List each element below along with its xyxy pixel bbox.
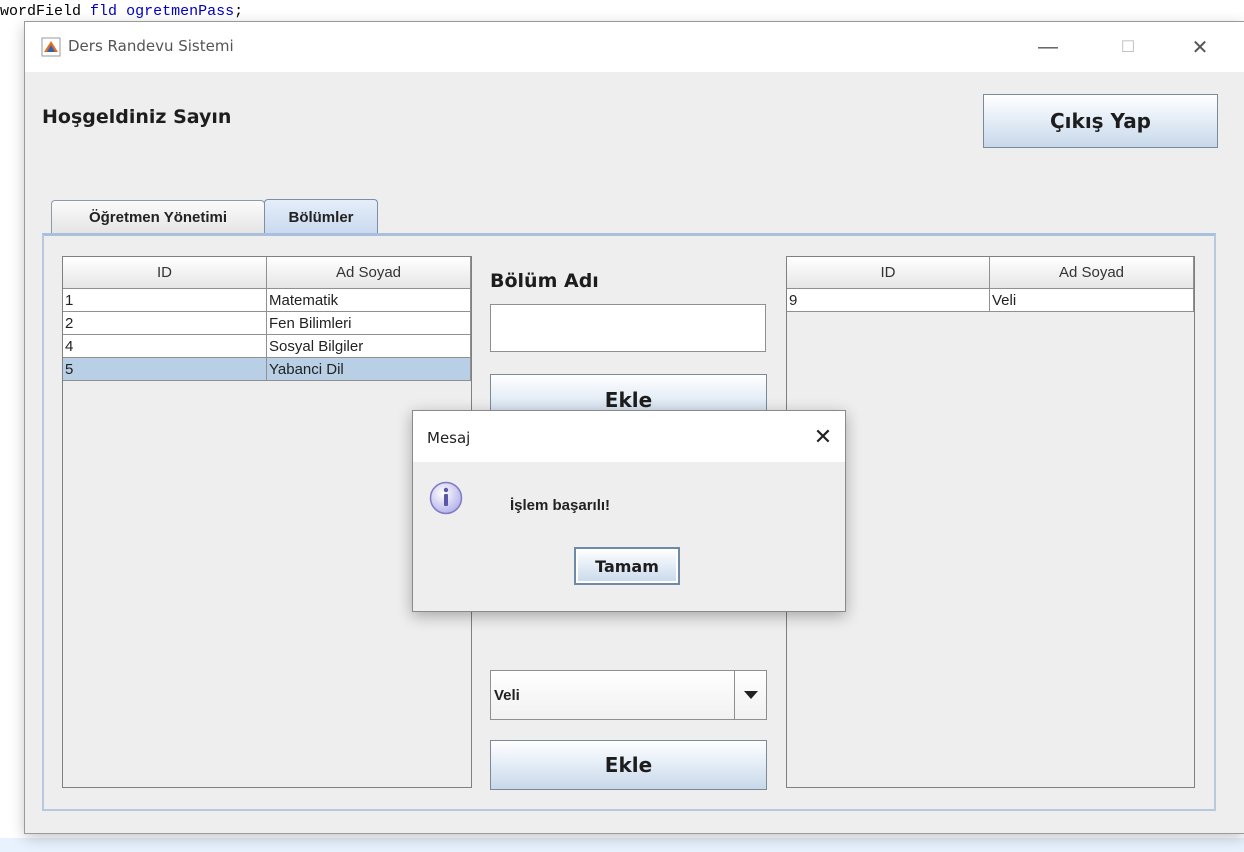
- java-app-icon: [41, 37, 61, 57]
- window-title: Ders Randevu Sistemi: [68, 37, 234, 55]
- department-name-input[interactable]: [490, 304, 766, 352]
- table-header: ID Ad Soyad: [63, 257, 471, 289]
- cell-name: Fen Bilimleri: [267, 312, 471, 335]
- table-row[interactable]: 4 Sosyal Bilgiler: [63, 335, 471, 358]
- cell-name: Matematik: [267, 289, 471, 312]
- cell-name: Sosyal Bilgiler: [267, 335, 471, 358]
- department-name-label: Bölüm Adı: [490, 270, 599, 292]
- dialog-title-bar[interactable]: Mesaj ✕: [413, 411, 845, 462]
- minimize-button[interactable]: —: [1025, 22, 1071, 72]
- close-button[interactable]: ✕: [1177, 22, 1223, 72]
- table-row-selected[interactable]: 5 Yabanci Dil: [63, 358, 471, 381]
- title-bar[interactable]: Ders Randevu Sistemi — ☐ ✕: [25, 22, 1244, 72]
- info-icon: [429, 481, 463, 515]
- message-dialog: Mesaj ✕ İşlem başarılı! Tamam: [412, 410, 846, 612]
- tab-teacher-management[interactable]: Öğretmen Yönetimi: [51, 200, 265, 234]
- dialog-close-button[interactable]: ✕: [801, 411, 845, 462]
- table-row[interactable]: 2 Fen Bilimleri: [63, 312, 471, 335]
- maximize-button[interactable]: ☐: [1105, 22, 1151, 72]
- cell-id: 2: [63, 312, 267, 335]
- chevron-down-icon[interactable]: [734, 671, 766, 719]
- cell-id: 9: [787, 289, 990, 312]
- cell-id: 1: [63, 289, 267, 312]
- dialog-message: İşlem başarılı!: [510, 497, 611, 514]
- cell-name: Yabanci Dil: [267, 358, 471, 381]
- column-header-name[interactable]: Ad Soyad: [267, 257, 471, 289]
- ok-button[interactable]: Tamam: [574, 547, 680, 585]
- table-header: ID Ad Soyad: [787, 257, 1194, 289]
- logout-button[interactable]: Çıkış Yap: [983, 94, 1218, 148]
- departments-table[interactable]: ID Ad Soyad 1 Matematik 2 Fen Bilimleri …: [62, 256, 472, 788]
- cell-name: Veli: [990, 289, 1194, 312]
- column-header-id[interactable]: ID: [787, 257, 990, 289]
- cell-id: 4: [63, 335, 267, 358]
- code-line: wordField fld ogretmenPass;: [0, 3, 244, 20]
- teacher-select-value: Veli: [494, 686, 520, 704]
- table-row[interactable]: 9 Veli: [787, 289, 1194, 312]
- dialog-title: Mesaj: [427, 429, 471, 447]
- code-line-highlight: [0, 838, 1244, 852]
- table-row[interactable]: 1 Matematik: [63, 289, 471, 312]
- column-header-name[interactable]: Ad Soyad: [990, 257, 1194, 289]
- teachers-table[interactable]: ID Ad Soyad 9 Veli: [786, 256, 1195, 788]
- tab-departments[interactable]: Bölümler: [264, 199, 378, 234]
- teacher-select[interactable]: Veli: [490, 670, 767, 720]
- cell-id: 5: [63, 358, 267, 381]
- column-header-id[interactable]: ID: [63, 257, 267, 289]
- welcome-label: Hoşgeldiniz Sayın: [42, 106, 232, 128]
- add-teacher-button[interactable]: Ekle: [490, 740, 767, 790]
